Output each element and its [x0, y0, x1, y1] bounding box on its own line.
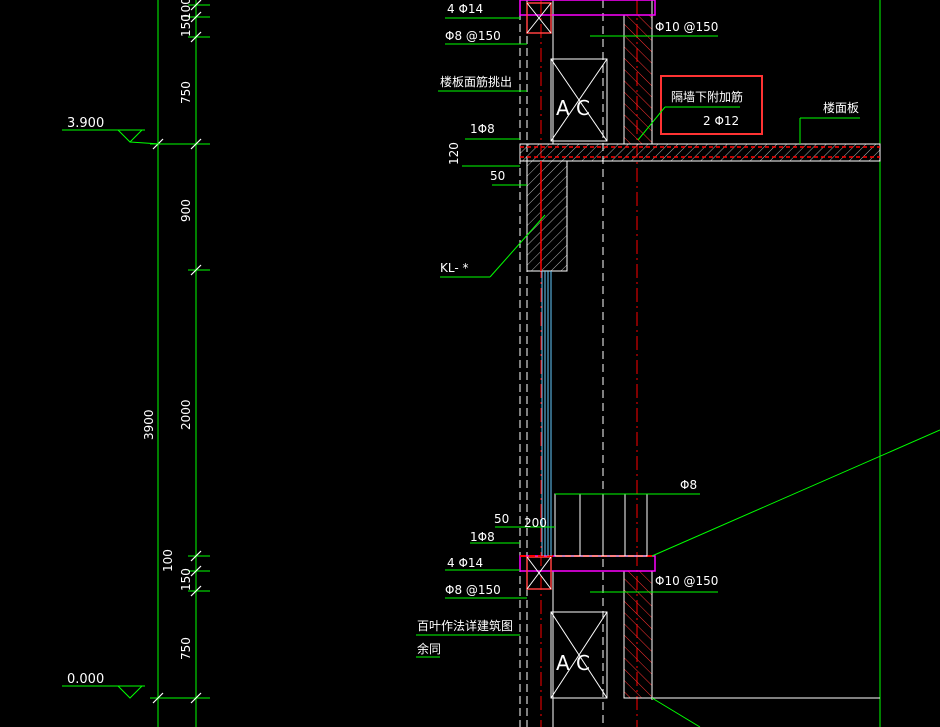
- dim-2000: 2000: [179, 399, 193, 430]
- label-top-phi8-150: Φ8 @150: [445, 29, 501, 43]
- label-louver-note: 百叶作法详建筑图: [417, 618, 513, 633]
- ac-unit-bottom: A C: [550, 611, 608, 699]
- label-bot-4phi14: 4 Φ14: [447, 556, 483, 570]
- ac-unit-top: A C: [550, 58, 608, 142]
- label-phi8-mid: Φ8: [680, 478, 697, 492]
- floor-slab: [519, 143, 881, 162]
- dim-150-bot: 150: [179, 568, 193, 591]
- label-bot-phi10-150: Φ10 @150: [655, 574, 718, 588]
- level-lower: 0.000: [67, 672, 104, 687]
- window-glass: [541, 271, 552, 556]
- cad-drawing: 100 150 750 900 2000 3900 100 150 750 3.…: [62, 0, 940, 727]
- dim-slab-120: 120: [447, 142, 461, 165]
- dimension-ticks: [152, 0, 202, 704]
- ac-label-top: A C: [556, 96, 590, 120]
- dim-150-top: 150: [179, 14, 193, 37]
- label-floor-slab: 楼面板: [823, 100, 859, 115]
- dim-900: 900: [179, 199, 193, 222]
- dim-100-bot: 100: [161, 549, 175, 572]
- dim-gap-50-bot: 50: [494, 512, 509, 526]
- dim-750-bot: 750: [179, 637, 193, 660]
- label-wall-add-bars-value: 2 Φ12: [703, 114, 739, 128]
- phi8-bars: [554, 493, 648, 557]
- dimension-chain: [150, 0, 210, 727]
- label-1phi8-top: 1Φ8: [470, 122, 495, 136]
- wall-hatch-upper: [623, 14, 653, 145]
- dim-3900: 3900: [142, 409, 156, 440]
- dim-gap-50-top: 50: [490, 169, 505, 183]
- label-bot-phi8-150: Φ8 @150: [445, 583, 501, 597]
- label-rest-same: 余同: [417, 641, 441, 656]
- dim-w-200: 200: [524, 516, 547, 530]
- dim-750-top: 750: [179, 81, 193, 104]
- wall-hatch-lower: [623, 570, 653, 699]
- dimension-texts: 100 150 750 900 2000 3900 100 150 750: [142, 0, 193, 660]
- level-marker-lower: 0.000: [62, 672, 145, 699]
- label-top-phi10-150: Φ10 @150: [655, 20, 718, 34]
- level-upper: 3.900: [67, 116, 104, 131]
- beam-kl: [526, 160, 568, 272]
- label-beam-kl: KL- *: [440, 261, 469, 275]
- label-1phi8-bot: 1Φ8: [470, 530, 495, 544]
- label-wall-add-bars-title: 隔墙下附加筋: [671, 89, 743, 104]
- label-slab-bar-out: 楼板面筋挑出: [440, 74, 512, 89]
- level-marker-upper: 3.900: [62, 116, 161, 145]
- label-top-4phi14: 4 Φ14: [447, 2, 483, 16]
- ac-label-bottom: A C: [556, 651, 590, 675]
